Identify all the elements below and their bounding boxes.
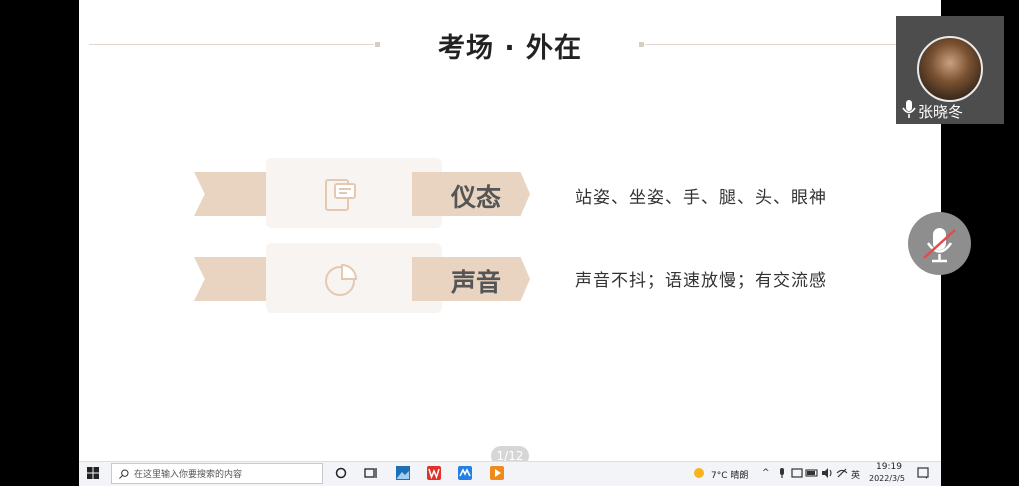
clock-date[interactable]: 2022/3/5: [869, 474, 905, 483]
windows-start-icon[interactable]: [87, 467, 99, 479]
weather-sun-icon[interactable]: [691, 465, 707, 481]
microphone-icon: [902, 100, 916, 118]
microphone-muted-icon: [923, 228, 956, 263]
tray-microphone-icon[interactable]: [774, 465, 790, 481]
taskbar-search-box[interactable]: 在这里输入你要搜索的内容: [111, 463, 323, 484]
search-icon: [119, 469, 129, 479]
tray-expand-chevron-icon[interactable]: ^: [762, 468, 770, 478]
row-label: 声音: [450, 268, 501, 297]
avatar: [917, 36, 983, 102]
row-voice: 声音: [194, 243, 534, 314]
row-label: 仪态: [450, 183, 501, 212]
row-description: 声音不抖；语速放慢；有交流感: [575, 271, 827, 291]
video-player-icon[interactable]: [489, 465, 505, 481]
participant-name: 张晓冬: [918, 103, 964, 121]
meeting-app-icon[interactable]: [457, 465, 473, 481]
battery-icon[interactable]: [804, 465, 820, 481]
photos-app-icon[interactable]: [395, 465, 411, 481]
wps-office-icon[interactable]: [426, 465, 442, 481]
input-method-indicator[interactable]: 英: [851, 468, 860, 481]
mute-button[interactable]: [908, 212, 971, 275]
notification-icon[interactable]: [915, 465, 931, 481]
search-placeholder: 在这里输入你要搜索的内容: [134, 470, 243, 480]
cortana-icon[interactable]: [333, 465, 349, 481]
clock-time[interactable]: 19:19: [876, 462, 902, 472]
tray-app-icon[interactable]: [789, 465, 805, 481]
chat-document-icon: [325, 179, 356, 211]
row-posture: 仪态: [194, 158, 534, 229]
title-divider-dot-right: [639, 42, 644, 47]
slide-title: 考场 · 外在: [437, 33, 583, 64]
task-view-icon[interactable]: [363, 465, 379, 481]
weather-text[interactable]: 7°C 晴朗: [711, 468, 748, 481]
windows-taskbar: 在这里输入你要搜索的内容 7°C 晴朗 ^ 英 19:19 2022/3/5: [79, 461, 941, 486]
title-divider-right: [645, 44, 935, 45]
row-description: 站姿、坐姿、手、腿、头、眼神: [575, 188, 827, 208]
presentation-slide: 考场 · 外在 仪态 站姿、坐姿、手、腿、头、眼神 声音 声音不抖；语速放慢；有…: [79, 0, 941, 485]
network-icon[interactable]: [834, 465, 850, 481]
volume-icon[interactable]: [819, 465, 835, 481]
participant-video-tile[interactable]: 张晓冬: [896, 16, 1004, 124]
pie-chart-icon: [325, 263, 358, 296]
